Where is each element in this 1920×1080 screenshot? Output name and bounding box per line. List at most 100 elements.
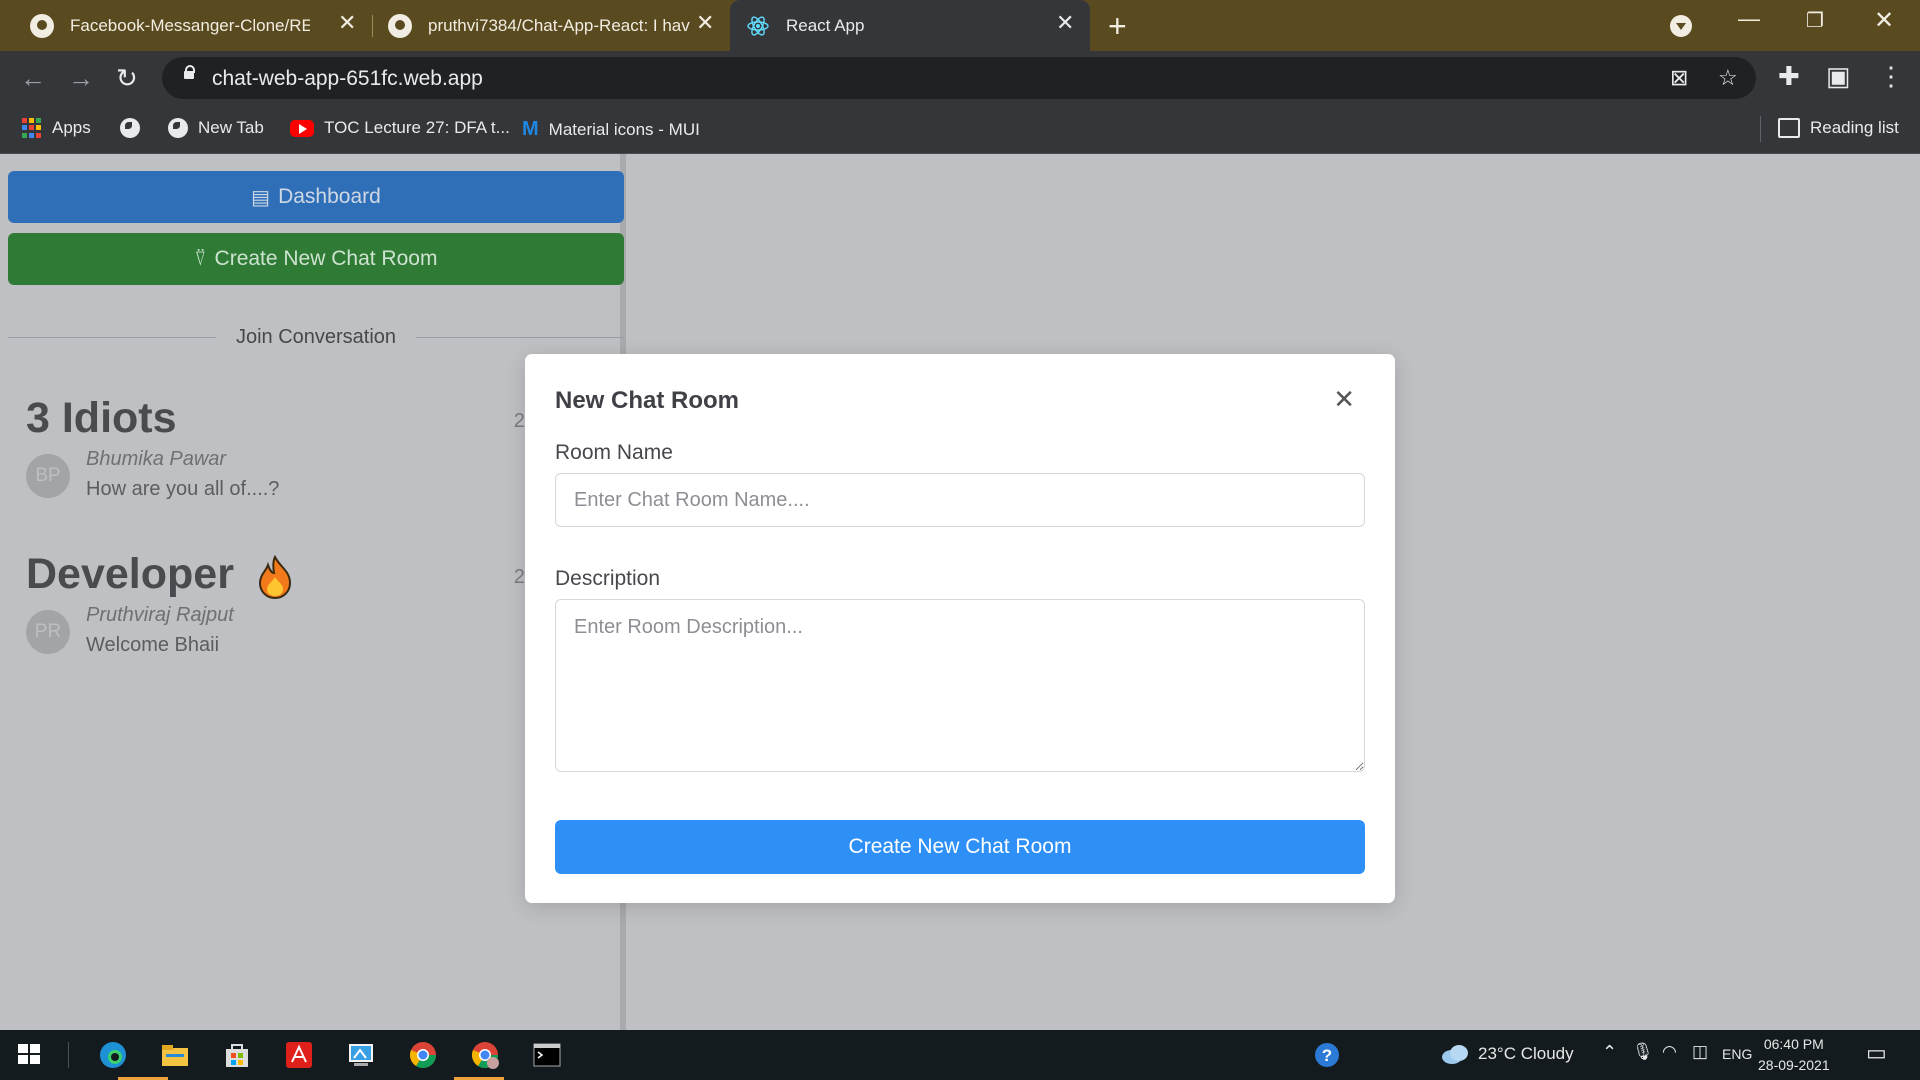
url-text[interactable]: chat-web-app-651fc.web.app xyxy=(212,67,483,91)
mui-icon: M xyxy=(522,118,539,140)
language-indicator[interactable]: ENG xyxy=(1722,1046,1752,1062)
chrome-icon[interactable] xyxy=(408,1040,438,1070)
dashboard-label: Dashboard xyxy=(278,185,381,208)
tab-separator xyxy=(372,15,373,37)
clock-time: 06:40 PM xyxy=(1763,1036,1824,1052)
bookmark-star-icon[interactable]: ☆ xyxy=(1718,65,1738,91)
bookmark-label: New Tab xyxy=(198,118,264,137)
dashboard-icon: ▤ xyxy=(251,186,271,209)
bell-add-icon: ⍢ xyxy=(194,247,207,270)
address-bar[interactable]: chat-web-app-651fc.web.app ⊠ ☆ xyxy=(162,57,1756,99)
browser-tab-bar: Facebook-Messanger-Clone/READM ✕ pruthvi… xyxy=(0,0,1920,51)
cloudy-weather-icon[interactable] xyxy=(1440,1042,1470,1072)
store-icon[interactable] xyxy=(222,1040,252,1070)
tab-chat-app-react[interactable]: pruthvi7384/Chat-App-React: I have ✕ xyxy=(380,0,720,51)
modal-title: New Chat Room xyxy=(555,387,740,414)
close-icon[interactable]: ✕ xyxy=(1333,384,1355,415)
join-conversation-divider: Join Conversation xyxy=(8,322,624,352)
room-name: Developer xyxy=(26,550,234,598)
last-message: How are you all of....? xyxy=(86,478,280,500)
dashboard-button[interactable]: ▤ Dashboard xyxy=(8,171,624,223)
avatar: PR xyxy=(26,610,70,654)
chrome-profile-icon[interactable] xyxy=(470,1040,500,1070)
app-viewport: ▤ Dashboard ⍢ Create New Chat Room Join … xyxy=(0,154,1920,1030)
extensions-icon[interactable]: ✚ xyxy=(1778,61,1800,92)
avatar: BP xyxy=(26,454,70,498)
bookmark-label: Material icons - MUI xyxy=(548,119,700,139)
acrobat-icon[interactable] xyxy=(284,1040,314,1070)
bookmarks-bar: Apps New Tab TOC Lecture 27: DFA t... M … xyxy=(0,106,1920,154)
room-item-3-idiots[interactable]: 3 Idiots 2 we BP Bhumika Pawar How are y… xyxy=(26,394,586,514)
new-chat-room-modal: New Chat Room ✕ Room Name Description Cr… xyxy=(525,354,1395,903)
help-icon[interactable]: ? xyxy=(1312,1040,1342,1070)
profile-avatar-icon[interactable]: ▣ xyxy=(1826,61,1851,92)
bookmark-new-tab[interactable]: New Tab xyxy=(168,118,264,138)
restore-icon[interactable]: ❐ xyxy=(1806,8,1824,33)
close-tab-icon[interactable]: ✕ xyxy=(338,10,356,36)
last-sender: Pruthviraj Rajput xyxy=(86,604,234,626)
apps-grid-icon xyxy=(22,118,42,138)
create-room-label: Create New Chat Room xyxy=(214,247,438,270)
bookmark-apps[interactable]: Apps xyxy=(22,118,91,138)
room-name-label: Room Name xyxy=(555,441,673,464)
room-name-row: Developer xyxy=(26,550,586,599)
tab-search-icon[interactable] xyxy=(1670,15,1692,37)
microphone-icon[interactable]: 🎙 xyxy=(1632,1042,1654,1062)
browser-menu-icon[interactable]: ⋮ xyxy=(1878,61,1904,92)
wifi-icon[interactable]: ◠ xyxy=(1662,1042,1677,1062)
bookmark-globe[interactable] xyxy=(120,118,150,138)
windows-start-icon[interactable] xyxy=(16,1040,46,1070)
room-name: 3 Idiots xyxy=(26,394,177,442)
bookmark-divider xyxy=(1760,116,1761,142)
description-textarea[interactable] xyxy=(555,599,1365,772)
forward-icon[interactable]: → xyxy=(68,63,94,94)
tab-title: Facebook-Messanger-Clone/READM xyxy=(70,15,310,35)
join-label: Join Conversation xyxy=(235,325,397,348)
last-message: Welcome Bhaii xyxy=(86,634,220,656)
clock-date: 28-09-2021 xyxy=(1758,1057,1830,1073)
tab-title: React App xyxy=(786,15,865,35)
new-tab-icon[interactable]: + xyxy=(1108,8,1127,45)
close-tab-icon[interactable]: ✕ xyxy=(696,10,714,36)
reading-list-label: Reading list xyxy=(1810,118,1899,137)
github-icon xyxy=(388,13,412,38)
globe-icon xyxy=(168,118,188,138)
room-item-developer[interactable]: Developer 2 we PR Pruthviraj Rajput Welc… xyxy=(26,550,586,670)
taskbar-divider xyxy=(68,1042,69,1068)
snipping-tool-icon[interactable] xyxy=(346,1040,376,1070)
create-chat-room-button[interactable]: ⍢ Create New Chat Room xyxy=(8,233,624,285)
bookmark-toc-lecture[interactable]: TOC Lecture 27: DFA t... xyxy=(290,118,510,138)
back-icon[interactable]: ← xyxy=(20,63,46,94)
description-label: Description xyxy=(555,567,661,590)
fire-emoji-icon xyxy=(258,554,292,599)
globe-icon xyxy=(120,118,140,138)
tab-title: pruthvi7384/Chat-App-React: I have xyxy=(428,15,690,35)
close-tab-icon[interactable]: ✕ xyxy=(1056,10,1074,36)
github-icon xyxy=(30,13,54,38)
weather-text[interactable]: 23°C Cloudy xyxy=(1478,1044,1574,1064)
translate-icon[interactable]: ⊠ xyxy=(1670,65,1688,91)
notifications-icon[interactable]: ▭ xyxy=(1866,1040,1887,1066)
tab-react-app[interactable]: React App ✕ xyxy=(730,0,1090,51)
browser-toolbar: ← → ↻ chat-web-app-651fc.web.app ⊠ ☆ ✚ ▣… xyxy=(0,51,1920,106)
reading-list-icon xyxy=(1778,118,1800,138)
svg-text:?: ? xyxy=(1322,1046,1332,1065)
tab-facebook-messanger-clone[interactable]: Facebook-Messanger-Clone/READM ✕ xyxy=(20,0,360,51)
file-explorer-icon[interactable] xyxy=(160,1040,190,1070)
reload-icon[interactable]: ↻ xyxy=(116,63,138,94)
bookmark-material-icons[interactable]: M Material icons - MUI xyxy=(522,118,700,141)
minimize-icon[interactable]: — xyxy=(1738,6,1760,32)
chevron-up-icon[interactable]: ⌃ xyxy=(1602,1042,1617,1063)
youtube-icon xyxy=(290,119,314,137)
create-chat-room-submit-button[interactable]: Create New Chat Room xyxy=(555,820,1365,874)
room-name-input[interactable] xyxy=(555,473,1365,527)
bookmark-label: Apps xyxy=(52,118,91,137)
reading-list-button[interactable]: Reading list xyxy=(1778,118,1899,138)
close-window-icon[interactable]: ✕ xyxy=(1874,6,1894,35)
terminal-icon[interactable] xyxy=(532,1040,562,1070)
taskbar-clock[interactable]: 06:40 PM 28-09-2021 xyxy=(1758,1034,1830,1076)
volume-icon[interactable]: ◫ xyxy=(1692,1042,1708,1062)
lock-icon xyxy=(184,65,195,79)
edge-icon[interactable] xyxy=(98,1040,128,1070)
bookmark-label: TOC Lecture 27: DFA t... xyxy=(324,118,510,137)
